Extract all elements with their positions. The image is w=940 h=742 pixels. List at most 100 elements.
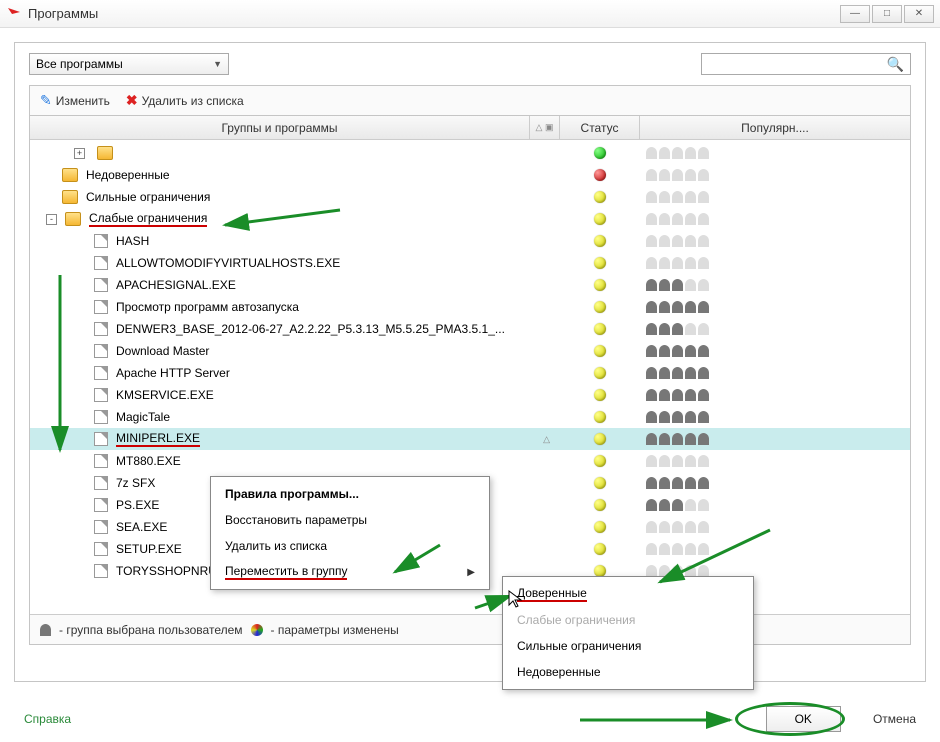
table-row[interactable]: Сильные ограничения bbox=[30, 186, 910, 208]
popularity-icon bbox=[685, 345, 696, 357]
popularity-icon bbox=[672, 389, 683, 401]
color-wheel-icon bbox=[251, 624, 263, 636]
table-row[interactable]: Download Master bbox=[30, 340, 910, 362]
popularity-icon bbox=[659, 543, 670, 555]
table-row[interactable]: + bbox=[30, 142, 910, 164]
file-icon bbox=[94, 322, 108, 336]
table-row[interactable]: Apache HTTP Server bbox=[30, 362, 910, 384]
popularity-icon bbox=[685, 389, 696, 401]
popularity-icon bbox=[685, 147, 696, 159]
context-menu-item[interactable]: Восстановить параметры bbox=[211, 507, 489, 533]
submenu-item[interactable]: Доверенные bbox=[503, 581, 753, 607]
popularity-icon bbox=[659, 499, 670, 511]
table-row[interactable]: Просмотр программ автозапуска bbox=[30, 296, 910, 318]
file-icon bbox=[94, 388, 108, 402]
file-icon bbox=[94, 410, 108, 424]
filter-dropdown[interactable]: Все программы ▼ bbox=[29, 53, 229, 75]
submenu-arrow-icon: ▶ bbox=[467, 567, 475, 578]
cancel-link[interactable]: Отмена bbox=[873, 712, 916, 726]
file-icon bbox=[94, 256, 108, 270]
expander-icon[interactable]: + bbox=[74, 148, 85, 159]
legend-user-group: - группа выбрана пользователем bbox=[59, 623, 243, 637]
popularity-icon bbox=[672, 521, 683, 533]
popularity-icon bbox=[685, 235, 696, 247]
context-menu[interactable]: Правила программы...Восстановить парамет… bbox=[210, 476, 490, 590]
table-row[interactable]: KMSERVICE.EXE bbox=[30, 384, 910, 406]
popularity-icon bbox=[685, 521, 696, 533]
popularity-icon bbox=[685, 191, 696, 203]
popularity-icon bbox=[646, 235, 657, 247]
table-row[interactable]: HASH bbox=[30, 230, 910, 252]
row-label: SETUP.EXE bbox=[116, 542, 182, 556]
status-dot-icon bbox=[594, 323, 606, 335]
row-label: Слабые ограничения bbox=[89, 211, 207, 227]
edit-button[interactable]: ✎ Изменить bbox=[40, 92, 110, 109]
context-menu-item[interactable]: Правила программы... bbox=[211, 481, 489, 507]
popularity-icon bbox=[698, 147, 709, 159]
context-menu-item[interactable]: Удалить из списка bbox=[211, 533, 489, 559]
popularity-icon bbox=[698, 367, 709, 379]
minimize-button[interactable]: — bbox=[840, 5, 870, 23]
table-row[interactable]: Недоверенные bbox=[30, 164, 910, 186]
popularity-icon bbox=[646, 543, 657, 555]
dropdown-arrow-icon: ▼ bbox=[213, 59, 222, 69]
table-row[interactable]: MT880.EXE bbox=[30, 450, 910, 472]
popularity-icon bbox=[659, 147, 670, 159]
popularity-icon bbox=[698, 279, 709, 291]
maximize-button[interactable]: □ bbox=[872, 5, 902, 23]
popularity-icon bbox=[659, 433, 670, 445]
help-link[interactable]: Справка bbox=[24, 712, 71, 726]
search-icon[interactable]: 🔍 bbox=[887, 56, 904, 73]
popularity-icon bbox=[646, 367, 657, 379]
context-menu-item[interactable]: Переместить в группу▶ bbox=[211, 559, 489, 585]
window-title: Программы bbox=[28, 6, 840, 21]
popularity-icon bbox=[672, 433, 683, 445]
popularity-icon bbox=[685, 301, 696, 313]
table-row[interactable]: APACHESIGNAL.EXE bbox=[30, 274, 910, 296]
submenu-item: Слабые ограничения bbox=[503, 607, 753, 633]
popularity-icon bbox=[685, 367, 696, 379]
table-row[interactable]: - Слабые ограничения bbox=[30, 208, 910, 230]
context-submenu[interactable]: ДоверенныеСлабые ограниченияСильные огра… bbox=[502, 576, 754, 690]
popularity-icon bbox=[698, 521, 709, 533]
ok-button[interactable]: OK bbox=[766, 706, 841, 732]
app-icon bbox=[6, 6, 22, 22]
search-input[interactable]: 🔍 bbox=[701, 53, 911, 75]
status-dot-icon bbox=[594, 191, 606, 203]
popularity-icon bbox=[672, 455, 683, 467]
popularity-icon bbox=[646, 477, 657, 489]
expander-icon[interactable]: - bbox=[46, 214, 57, 225]
submenu-item[interactable]: Недоверенные bbox=[503, 659, 753, 685]
status-dot-icon bbox=[594, 367, 606, 379]
column-status[interactable]: Статус bbox=[560, 116, 640, 139]
column-popularity[interactable]: Популярн.... bbox=[640, 116, 910, 139]
popularity-icon bbox=[672, 543, 683, 555]
popularity-icon bbox=[659, 477, 670, 489]
titlebar: Программы — □ ✕ bbox=[0, 0, 940, 28]
column-name[interactable]: Группы и программы bbox=[30, 116, 530, 139]
submenu-item[interactable]: Сильные ограничения bbox=[503, 633, 753, 659]
popularity-icon bbox=[659, 455, 670, 467]
popularity-icon bbox=[646, 323, 657, 335]
status-dot-icon bbox=[594, 235, 606, 247]
table-row[interactable]: MagicTale bbox=[30, 406, 910, 428]
file-icon bbox=[94, 542, 108, 556]
table-row[interactable]: ALLOWTOMODIFYVIRTUALHOSTS.EXE bbox=[30, 252, 910, 274]
popularity-icon bbox=[685, 411, 696, 423]
row-label: 7z SFX bbox=[116, 476, 155, 490]
row-label: MINIPERL.EXE bbox=[116, 431, 200, 447]
folder-icon bbox=[65, 212, 81, 226]
popularity-icon bbox=[659, 169, 670, 181]
table-row[interactable]: MINIPERL.EXE △ bbox=[30, 428, 910, 450]
close-button[interactable]: ✕ bbox=[904, 5, 934, 23]
popularity-icon bbox=[685, 499, 696, 511]
delete-button[interactable]: ✖ Удалить из списка bbox=[126, 92, 244, 109]
column-sort[interactable]: △ ▣ bbox=[530, 116, 560, 139]
table-row[interactable]: DENWER3_BASE_2012-06-27_A2.2.22_P5.3.13_… bbox=[30, 318, 910, 340]
popularity-icon bbox=[646, 301, 657, 313]
row-label: MagicTale bbox=[116, 410, 170, 424]
popularity-icon bbox=[685, 433, 696, 445]
file-icon bbox=[94, 476, 108, 490]
popularity-icon bbox=[685, 213, 696, 225]
popularity-icon bbox=[659, 367, 670, 379]
